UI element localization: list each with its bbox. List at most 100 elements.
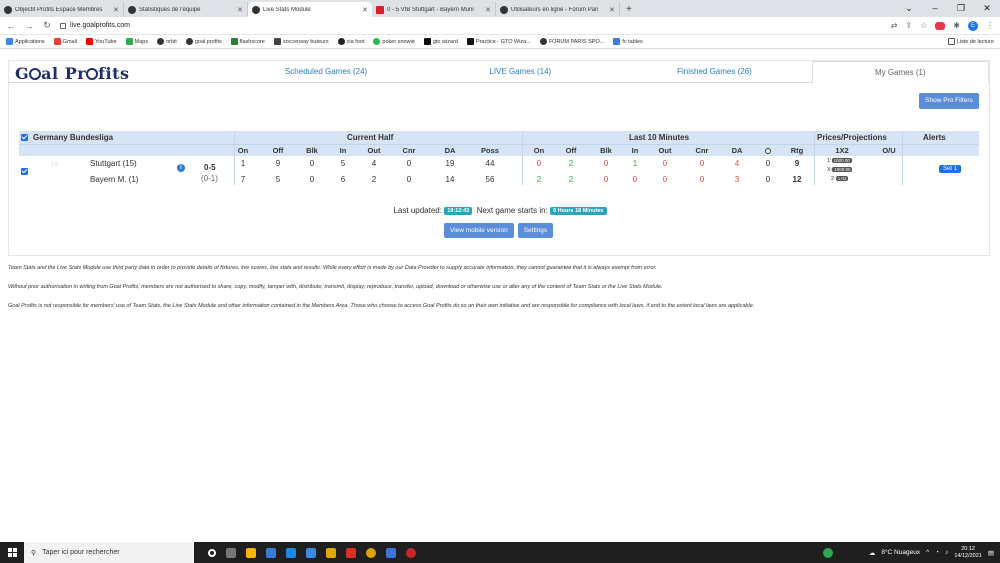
stat-cell: 5 [340,159,346,168]
info-icon[interactable]: i [177,164,185,172]
task-view-icon[interactable] [226,547,236,558]
app-icon[interactable] [406,547,416,558]
close-window-icon[interactable]: ✕ [974,0,1000,17]
gmail-icon [53,38,61,45]
col-rtg: Rtg [790,146,804,155]
mail-icon[interactable] [286,547,296,558]
bookmark-item[interactable]: FORUM PARIS SPO... [539,38,604,45]
weather-text[interactable]: 8°C Nuageux [881,549,920,556]
browser-tab[interactable]: Utilisateurs en ligne - Forum Pari ✕ [496,2,620,17]
close-icon[interactable]: ✕ [113,6,119,14]
stat-cell: 0 [632,175,638,184]
bookmark-item[interactable]: Applications [6,38,45,45]
disclaimer-text: Without prior authorisation in writing f… [8,284,663,290]
tray-app-icon[interactable] [822,547,833,558]
reload-icon[interactable]: ↻ [42,20,52,31]
bookmark-item[interactable]: orbit [157,38,177,45]
office-icon[interactable] [346,547,356,558]
winamp-icon[interactable] [326,547,336,558]
start-button[interactable] [0,542,24,563]
table-header-cols: On Off Blk In Out Cnr DA Poss On Off Blk… [19,144,979,156]
bookmark-item[interactable]: YouTube [86,38,117,45]
maximize-icon[interactable]: ❐ [948,0,974,17]
stat-cell: 0 [406,175,412,184]
match-checkbox[interactable] [21,168,28,175]
calculator-icon[interactable] [386,547,396,558]
volume-icon[interactable]: ♪ [945,549,948,556]
forward-icon[interactable]: → [24,21,34,31]
extension-icon[interactable] [935,21,946,30]
stat-cell: 0 [699,159,705,168]
stat-cell: 7 [240,175,246,184]
bookmark-item[interactable]: soccerway buteurs [273,38,329,45]
odds-away: 2: 1.02 [831,176,849,182]
puzzle-icon[interactable]: ✱ [953,21,960,30]
bookmarks-bar: Applications Gmail YouTube Maps orbit go… [0,35,1000,49]
cortana-icon[interactable] [208,548,216,557]
col-1x2: 1X2 [835,146,849,155]
soccer-ball-icon [185,38,193,45]
new-tab-button[interactable]: + [620,2,638,17]
bookmark-item[interactable]: Gmail [53,38,77,45]
network-icon[interactable]: ◔ [935,549,939,556]
last-updated-badge: 19:12:43 [444,207,473,215]
tab-my-games[interactable]: My Games (1) [811,61,990,83]
youtube-icon [86,38,94,45]
soccer-ball-icon [86,68,99,80]
bookmark-item[interactable]: poker snowie [373,38,415,45]
menu-icon[interactable]: ⋮ [986,21,994,30]
goal-profits-logo[interactable]: Gal Pr fits [15,64,130,83]
chrome-icon[interactable] [366,547,376,558]
close-icon[interactable]: ✕ [609,6,615,14]
league-checkbox[interactable] [21,134,28,141]
back-icon[interactable]: ← [6,21,16,31]
last10-header: Last 10 Minutes [629,133,690,142]
settings-button[interactable]: Settings [517,223,554,238]
col-on: On [533,146,545,155]
home-team: Stuttgart (15) [90,159,137,168]
file-explorer-icon[interactable] [246,547,256,558]
close-icon[interactable]: ✕ [362,6,368,14]
bookmark-item[interactable]: flashscore [230,38,265,45]
soccer-ball-icon [128,5,136,14]
browser-tab[interactable]: Statistiques de l'équipe ✕ [124,2,248,17]
reading-list[interactable]: Liste de lecture [947,38,994,45]
col-off: Off [565,146,577,155]
url-field[interactable]: live.goalprofits.com [60,22,883,29]
bookmark-item[interactable]: Practice - GTO Wiza... [466,38,531,45]
stat-cell: 0 [662,175,668,184]
tab-live-games[interactable]: LIVE Games (14) [423,61,617,83]
col-blk: Blk [306,146,318,155]
bookmark-item[interactable]: gto wizard [423,38,458,45]
store-icon[interactable] [266,547,276,558]
view-mobile-button[interactable]: View mobile version [444,223,514,238]
stat-cell: 2 [371,175,377,184]
clock[interactable]: 20:12 14/12/2021 [954,546,982,560]
star-icon[interactable]: ☆ [920,21,927,30]
browser-tab[interactable]: 0 - 5 VfB Stuttgart - Bayern Muni ✕ [372,2,496,17]
taskbar-search[interactable]: ⚲ Taper ici pour rechercher [24,542,194,563]
close-icon[interactable]: ✕ [485,6,491,14]
tab-scheduled-games[interactable]: Scheduled Games (24) [229,61,423,83]
chevron-down-icon[interactable]: ⌄ [896,0,922,17]
bookmark-item[interactable]: fc tables [613,38,643,45]
notifications-icon[interactable]: ▤ [988,549,994,557]
dropbox-icon[interactable] [306,547,316,558]
stat-cell: 0 [699,175,705,184]
translate-icon[interactable]: ⇄ [891,21,898,30]
share-icon[interactable]: ⇪ [905,21,912,30]
col-out: Out [658,146,672,155]
browser-tab-active[interactable]: Live Stats Module ✕ [248,2,372,17]
minimize-icon[interactable]: – [922,0,948,17]
close-icon[interactable]: ✕ [237,6,243,14]
soccer-ball-icon [252,5,260,14]
show-pro-filters-button[interactable]: Show Pro Filters [919,93,979,109]
bookmark-item[interactable]: goal profits [185,38,222,45]
browser-tab[interactable]: Objectif Profits Espace Membres ✕ [0,2,124,17]
profile-avatar[interactable]: E [968,20,978,31]
window-controls: ⌄ – ❐ ✕ [896,0,1000,17]
tab-finished-games[interactable]: Finished Games (26) [617,61,811,83]
bookmark-item[interactable]: Maps [125,38,148,45]
chevron-up-icon[interactable]: ^ [926,549,929,556]
bookmark-item[interactable]: cia foot [337,38,364,45]
